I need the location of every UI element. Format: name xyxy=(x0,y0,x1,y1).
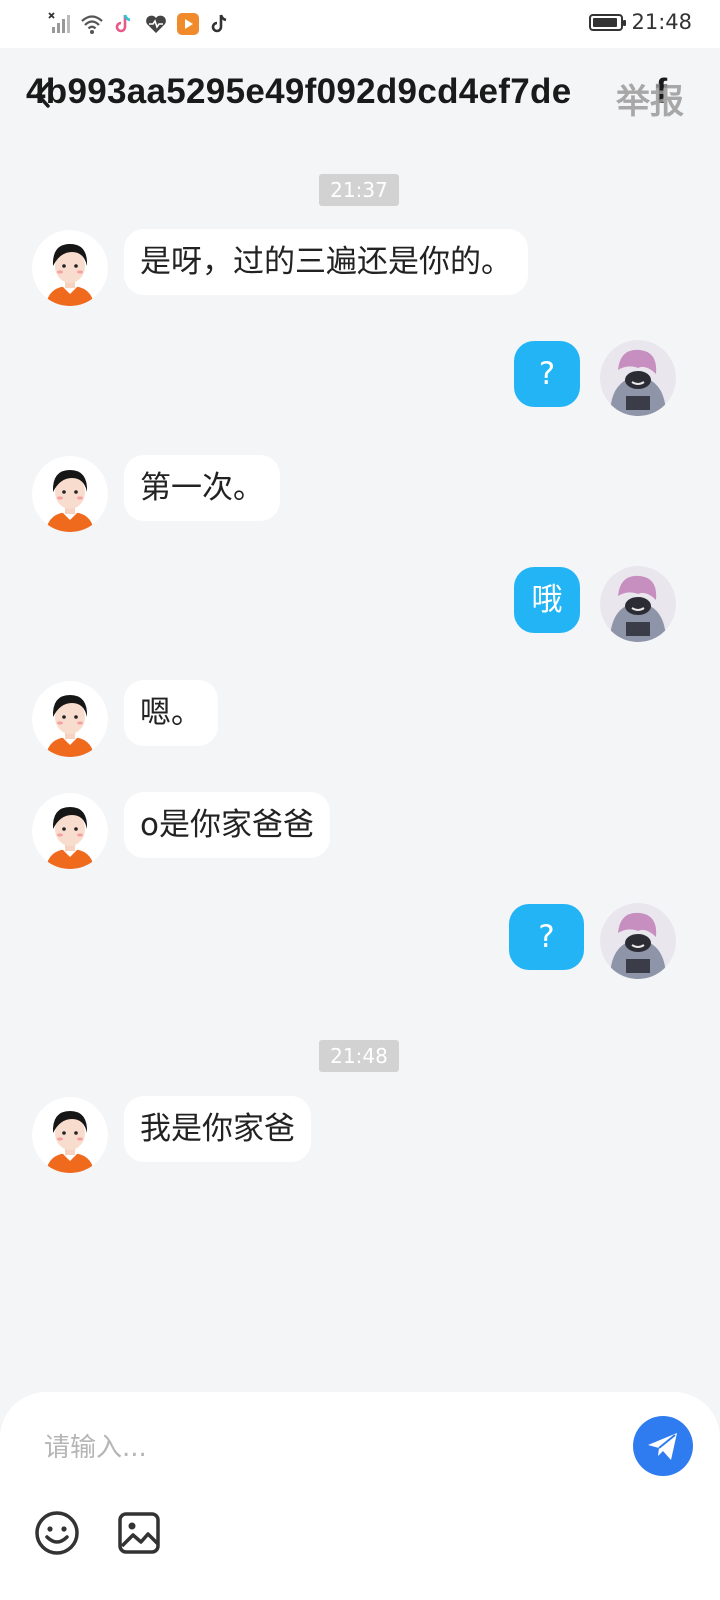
chat-title: 4b993aa5295e49f092d9cd4ef7de f xyxy=(26,72,706,112)
user-avatar[interactable] xyxy=(600,566,676,642)
image-icon[interactable] xyxy=(114,1508,164,1558)
user-avatar[interactable] xyxy=(600,903,676,979)
status-bar: 21:48 xyxy=(0,0,720,48)
message-bubble-in[interactable]: 第一次。 xyxy=(124,455,280,521)
message-bubble-in[interactable]: 我是你家爸 xyxy=(124,1096,311,1162)
contact-avatar[interactable] xyxy=(32,1097,108,1173)
message-bubble-in[interactable]: o是你家爸爸 xyxy=(124,792,330,858)
health-icon xyxy=(146,15,166,33)
report-button[interactable]: 举报 xyxy=(616,74,684,123)
contact-avatar[interactable] xyxy=(32,793,108,869)
signal-icon xyxy=(48,12,70,33)
time-label: 21:37 xyxy=(319,174,399,206)
contact-avatar[interactable] xyxy=(32,681,108,757)
send-icon xyxy=(648,1433,677,1460)
tiktok-icon xyxy=(211,14,227,33)
message-input[interactable] xyxy=(42,1422,586,1474)
contact-avatar[interactable] xyxy=(32,230,108,306)
message-bubble-out[interactable]: ? xyxy=(509,904,584,970)
message-bubble-out[interactable]: 哦 xyxy=(514,567,580,633)
send-button[interactable] xyxy=(633,1416,693,1476)
video-app-icon xyxy=(177,13,199,35)
status-right: 21:48 xyxy=(589,10,692,34)
tiktok-icon xyxy=(115,14,131,33)
wifi-icon xyxy=(81,15,103,34)
battery-icon xyxy=(589,13,627,31)
clock: 21:48 xyxy=(631,10,692,34)
user-avatar[interactable] xyxy=(600,340,676,416)
message-bubble-in[interactable]: 是呀，过的三遍还是你的。 xyxy=(124,229,528,295)
emoji-icon[interactable] xyxy=(32,1508,82,1558)
composer xyxy=(0,1392,720,1600)
message-bubble-in[interactable]: 嗯。 xyxy=(124,680,218,746)
message-bubble-out[interactable]: ? xyxy=(514,341,580,407)
chat-title-text: 4b993aa5295e49f092d9cd4ef7de xyxy=(26,72,572,111)
battery-level xyxy=(593,17,617,27)
time-label: 21:48 xyxy=(319,1040,399,1072)
back-icon[interactable] xyxy=(30,80,60,110)
contact-avatar[interactable] xyxy=(32,456,108,532)
status-icons xyxy=(48,10,232,38)
